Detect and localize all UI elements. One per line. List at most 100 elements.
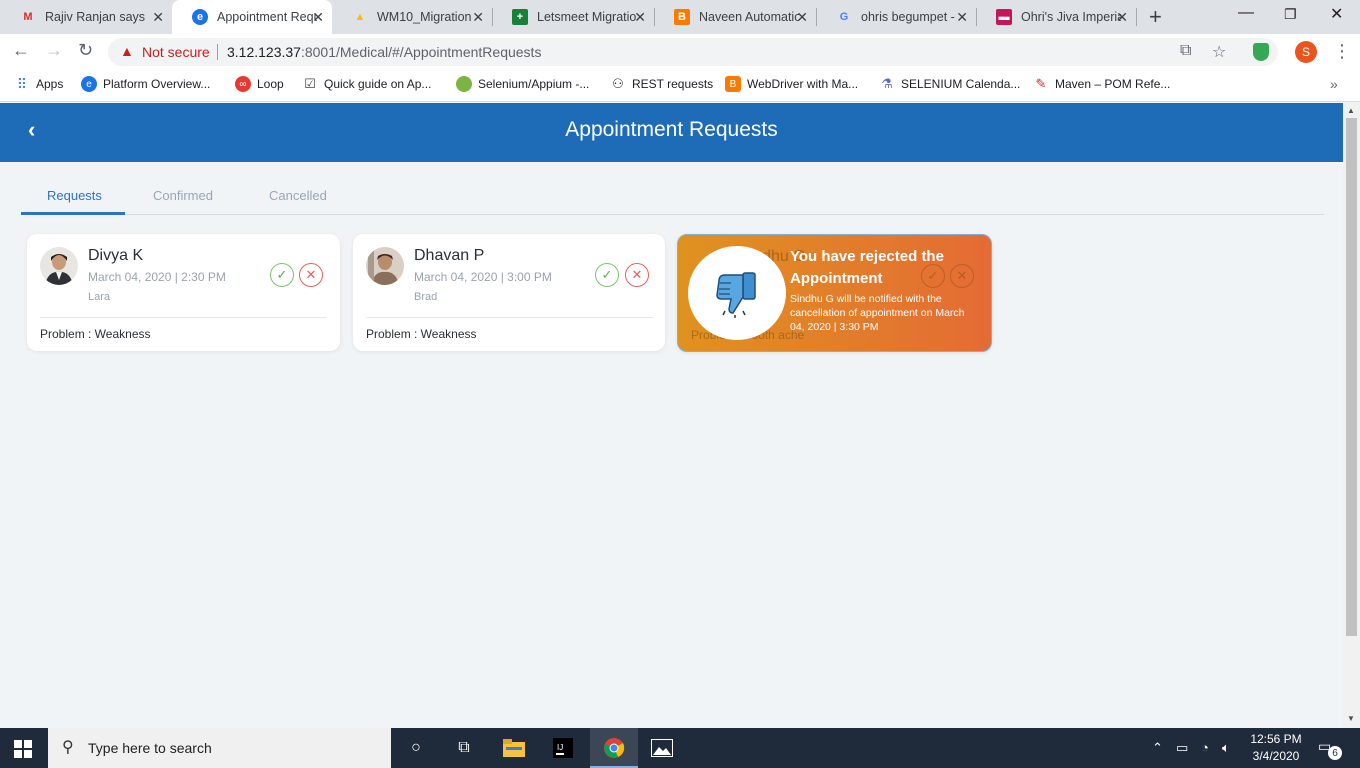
browser-tab-blogger[interactable]: B Naveen Automatio ✕	[654, 0, 816, 34]
rejection-title: You have rejected the Appointment	[790, 248, 944, 287]
bookmark-quick-guide[interactable]: ☑ Quick guide on Ap...	[302, 76, 431, 92]
profile-avatar[interactable]: S	[1295, 41, 1317, 63]
bookmark-platform-overview[interactable]: e Platform Overview...	[81, 76, 210, 92]
rejected-appointment-card: Sindhu G ✓ ✕ Problem : Tooth ache You ha…	[677, 234, 992, 352]
reject-button[interactable]: ✕	[299, 263, 323, 287]
bookmark-label: Selenium/Appium -...	[478, 77, 590, 91]
svg-text:IJ: IJ	[557, 743, 563, 752]
file-explorer-icon[interactable]	[502, 736, 526, 760]
taskbar-search-box[interactable]: ⚲ Type here to search	[48, 728, 391, 768]
bookmark-loop[interactable]: ∞ Loop	[235, 76, 284, 92]
wifi-icon[interactable]: ◔	[1201, 740, 1209, 755]
intellij-icon[interactable]: IJ	[551, 736, 575, 760]
feather-icon: ✎	[1035, 76, 1047, 91]
browser-tab-sheets[interactable]: + Letsmeet Migratio ✕	[492, 0, 654, 34]
close-icon[interactable]: ✕	[152, 9, 164, 26]
google-drive-icon: ▲	[354, 11, 366, 23]
bookmark-selenium-appium[interactable]: Selenium/Appium -...	[456, 76, 589, 92]
card-divider	[366, 317, 653, 318]
bookmark-label: REST requests	[632, 77, 714, 91]
patient-contact: Lara	[88, 291, 111, 303]
tray-chevron-icon[interactable]: ⌃	[1152, 740, 1163, 756]
app-header: ‹ Appointment Requests	[0, 103, 1343, 162]
close-icon[interactable]: ✕	[956, 9, 968, 26]
tab-confirmed[interactable]: Confirmed	[153, 188, 213, 203]
back-arrow-icon[interactable]: ←	[12, 40, 30, 61]
browser-tab-restaurant[interactable]: ▬ Ohri's Jiva Imperia ✕	[976, 0, 1136, 34]
translate-icon[interactable]: ⧉	[1180, 42, 1191, 60]
warning-icon[interactable]: ▲	[120, 43, 134, 59]
bookmark-label: Maven – POM Refe...	[1055, 77, 1171, 91]
action-center-icon[interactable]: ▭ 6	[1318, 738, 1342, 760]
active-tab-indicator	[21, 212, 125, 215]
photos-icon[interactable]	[650, 736, 674, 760]
tab-title: Naveen Automatio	[699, 10, 799, 24]
security-label[interactable]: Not secure	[142, 44, 210, 60]
volume-icon[interactable]: 🔈︎	[1222, 740, 1230, 756]
platform-icon: e	[81, 76, 97, 92]
accept-button[interactable]: ✓	[270, 263, 294, 287]
cortana-icon[interactable]: ○	[404, 736, 428, 760]
card-divider	[40, 317, 327, 318]
accept-button[interactable]: ✓	[595, 263, 619, 287]
close-icon[interactable]: ✕	[634, 9, 646, 26]
reject-button[interactable]: ✕	[625, 263, 649, 287]
close-icon[interactable]: ✕	[472, 9, 484, 26]
browser-tab-gmail[interactable]: M Rajiv Ranjan says... ✕	[0, 0, 172, 34]
chrome-icon[interactable]	[602, 736, 626, 760]
patient-avatar	[40, 247, 78, 285]
bookmark-maven-pom[interactable]: ✎ Maven – POM Refe...	[1033, 76, 1171, 92]
reload-icon[interactable]: ↻	[78, 40, 93, 61]
scroll-down-icon[interactable]: ▼	[1347, 714, 1355, 723]
tab-requests[interactable]: Requests	[47, 188, 102, 203]
bookmark-rest-requests[interactable]: ⚇ REST requests	[610, 76, 713, 92]
taskbar-clock[interactable]: 12:56 PM 3/4/2020	[1246, 731, 1306, 765]
minimize-icon[interactable]: —	[1238, 4, 1254, 22]
tab-title: Ohri's Jiva Imperia	[1021, 10, 1121, 24]
address-bar[interactable]: ▲ Not secure 3.12.123.37:8001/Medical/#/…	[108, 38, 1278, 66]
bookmark-label: Apps	[36, 77, 64, 91]
problem-text: Problem : Weakness	[40, 327, 151, 341]
clock-date: 3/4/2020	[1252, 749, 1300, 763]
close-icon[interactable]: ✕	[312, 9, 324, 26]
new-tab-button[interactable]: +	[1149, 4, 1162, 30]
bookmarks-overflow-icon[interactable]: »	[1330, 76, 1338, 92]
appointment-tabs: Requests Confirmed Cancelled	[21, 181, 1324, 215]
browser-tab-strip: M Rajiv Ranjan says... ✕ e Appointment R…	[0, 0, 1360, 34]
apps-grid-icon: ⠿	[16, 75, 28, 92]
star-bookmark-icon[interactable]: ☆	[1212, 42, 1226, 62]
patient-contact: Brad	[414, 291, 438, 303]
notification-count: 6	[1328, 746, 1342, 760]
window-close-icon[interactable]: ✕	[1330, 4, 1343, 24]
thumbs-down-icon	[716, 272, 756, 318]
bookmarks-bar: ⠿ Apps e Platform Overview... ∞ Loop ☑ Q…	[0, 70, 1360, 102]
windows-start-icon[interactable]	[14, 740, 32, 758]
bookmark-label: Loop	[257, 77, 284, 91]
restore-icon[interactable]: ❐	[1284, 6, 1297, 23]
bookmark-webdriver[interactable]: B WebDriver with Ma...	[725, 76, 858, 92]
tab-title: ohris begumpet -	[861, 10, 955, 24]
edge-app-icon: e	[192, 9, 208, 25]
bookmark-label: WebDriver with Ma...	[747, 77, 859, 91]
scroll-up-icon[interactable]: ▲	[1347, 106, 1355, 115]
close-icon[interactable]: ✕	[796, 9, 808, 26]
forward-arrow-icon[interactable]: →	[45, 40, 63, 61]
task-view-icon[interactable]: ⧉	[452, 736, 476, 760]
more-menu-icon[interactable]: ⋮	[1333, 41, 1351, 62]
close-icon[interactable]: ✕	[1116, 9, 1128, 26]
close-icon: ✕	[305, 267, 317, 282]
extension-shield-icon[interactable]	[1253, 43, 1269, 61]
search-icon: ⚲	[62, 739, 74, 756]
url-text[interactable]: 3.12.123.37:8001/Medical/#/AppointmentRe…	[227, 44, 541, 60]
browser-tab-drive[interactable]: ▲ WM10_Migration ✕	[332, 0, 492, 34]
tab-cancelled[interactable]: Cancelled	[269, 188, 327, 203]
patient-name: Divya K	[88, 247, 144, 264]
browser-tab-appointment[interactable]: e Appointment Requ ✕	[172, 0, 332, 34]
scrollbar-thumb[interactable]	[1346, 118, 1357, 636]
battery-icon[interactable]: ▭	[1176, 740, 1188, 756]
browser-tab-google[interactable]: G ohris begumpet - ✕	[816, 0, 976, 34]
bookmark-apps[interactable]: ⠿ Apps	[14, 75, 64, 92]
tab-separator	[1136, 8, 1137, 26]
bookmark-selenium-calendar[interactable]: ⚗ SELENIUM Calenda...	[879, 76, 1020, 92]
loop-icon: ∞	[235, 76, 251, 92]
